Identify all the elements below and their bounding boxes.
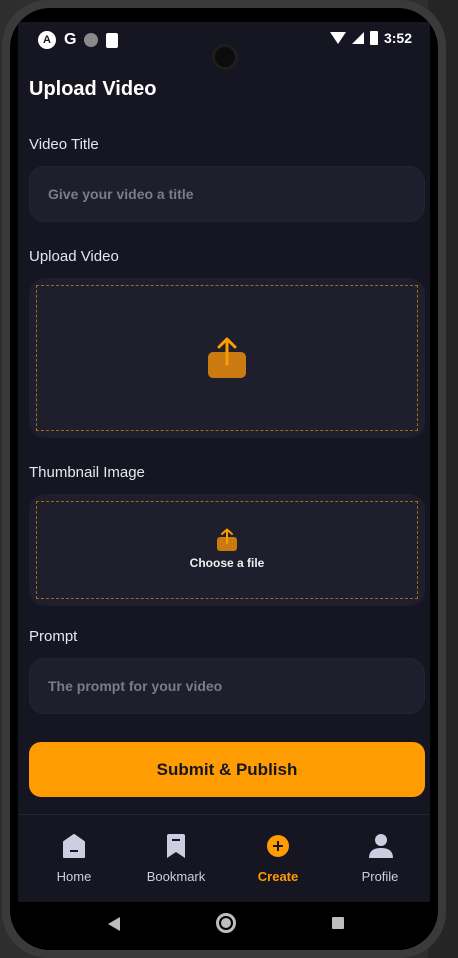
bottom-tab-bar: Home Bookmark Create Profile [18,814,430,902]
battery-icon [369,31,378,45]
tab-home[interactable]: Home [24,815,124,902]
home-icon [63,834,85,858]
thumbnail-dropzone[interactable]: Choose a file [29,494,425,606]
nav-home-icon[interactable] [216,913,236,933]
sd-card-icon [106,32,119,48]
page-title: Upload Video [29,78,157,100]
status-time: 3:52 [383,30,412,46]
stage: A G 3:52 Upload Video Video Title Give y… [0,0,458,958]
thumbnail-label: Thumbnail Image [29,464,145,481]
phone-frame: A G 3:52 Upload Video Video Title Give y… [2,0,446,958]
nav-recents-icon[interactable] [332,917,344,929]
tab-bookmark[interactable]: Bookmark [126,815,226,902]
thumbnail-upload-icon [217,528,237,551]
front-camera [212,44,238,70]
signal-icon [351,32,364,44]
bookmark-icon [167,834,185,858]
choose-file-text: Choose a file [189,556,265,570]
video-title-label: Video Title [29,136,99,153]
dot-icon [84,33,99,47]
tab-profile[interactable]: Profile [330,815,430,902]
tab-profile-label: Profile [361,869,399,884]
tab-bookmark-label: Bookmark [146,869,206,884]
profile-icon [369,834,393,858]
tab-create[interactable]: Create [228,815,328,902]
tab-create-label: Create [257,869,299,884]
prompt-input[interactable] [30,659,424,713]
prompt-label: Prompt [29,628,78,645]
upload-icon [208,337,246,378]
plus-circle-icon [267,835,289,857]
nav-back-icon[interactable] [108,917,120,931]
android-nav-bar [10,902,438,950]
video-title-input[interactable] [30,167,424,221]
tab-home-label: Home [56,869,92,884]
video-title-field[interactable] [29,166,425,222]
phone-bezel: A G 3:52 Upload Video Video Title Give y… [10,8,438,950]
google-icon: G [64,31,77,48]
app-badge-icon: A [38,31,56,49]
upload-video-dropzone[interactable] [29,278,425,438]
app-screen: A G 3:52 Upload Video Video Title Give y… [18,22,430,902]
wifi-icon [329,32,346,44]
prompt-field[interactable] [29,658,425,714]
upload-video-label: Upload Video [29,248,119,265]
submit-publish-button[interactable]: Submit & Publish [29,742,425,797]
